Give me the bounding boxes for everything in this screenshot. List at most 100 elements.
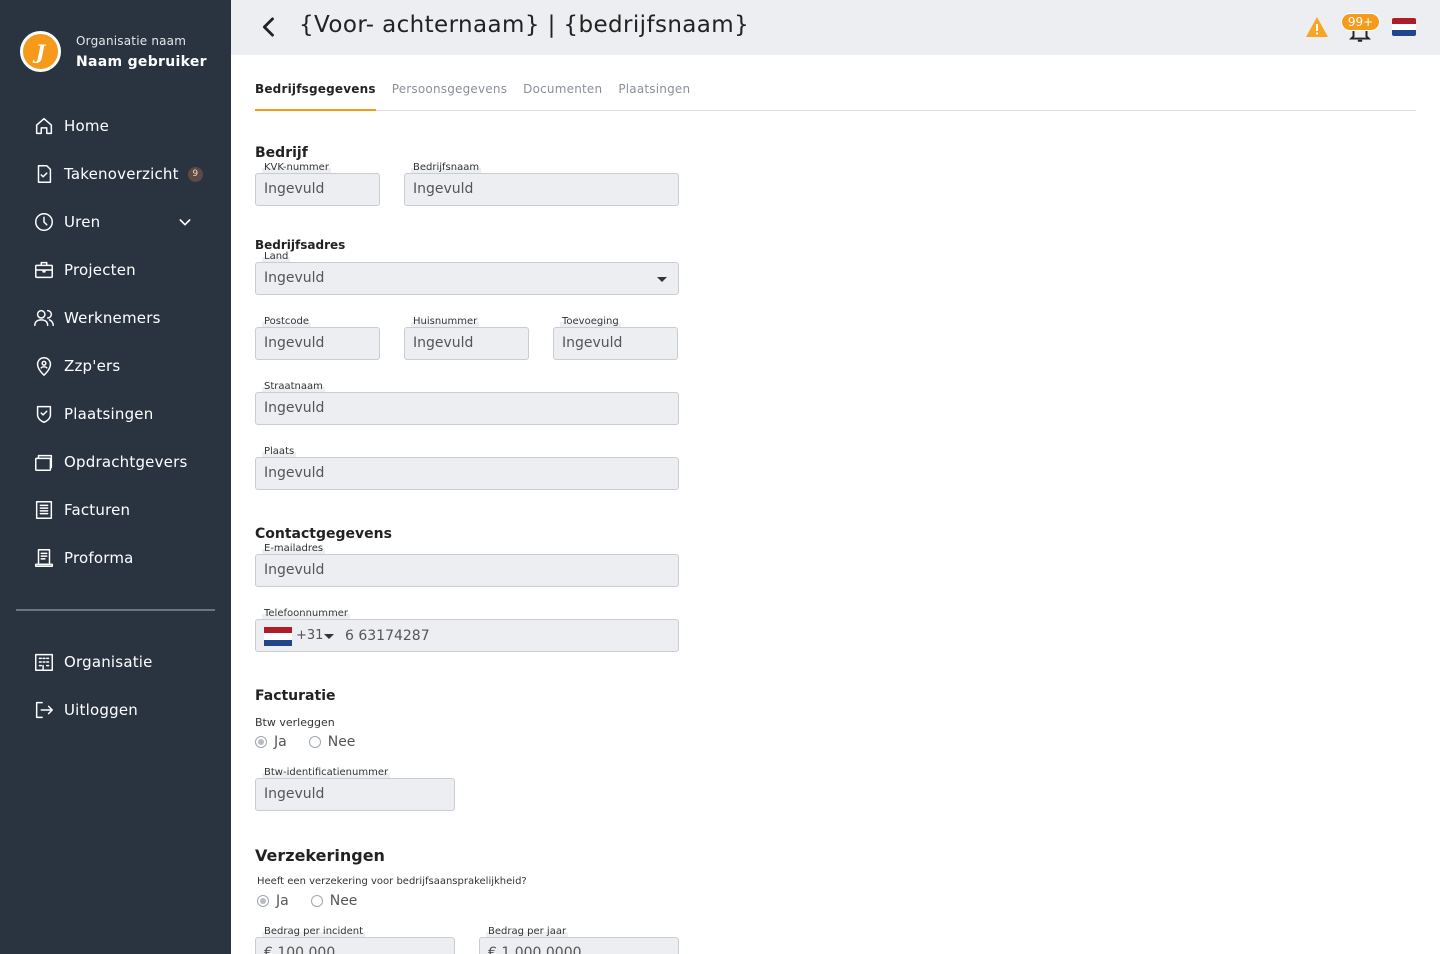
sidebar-item-uren[interactable]: Uren	[0, 198, 231, 246]
logout-icon	[35, 701, 53, 719]
field-label: Huisnummer	[411, 316, 480, 327]
back-button[interactable]	[255, 13, 283, 41]
sidebar-item-label: Projecten	[64, 261, 136, 279]
bottom-nav: Organisatie Uitloggen	[0, 638, 231, 734]
top-bar: {Voor- achternaam} | {bedrijfsnaam} 99+	[231, 0, 1440, 55]
verzekering-radio-group: Ja Nee	[257, 893, 379, 909]
radio-label: Ja	[276, 893, 289, 909]
task-icon	[37, 165, 52, 183]
field-label: Straatnaam	[262, 381, 325, 392]
verzekering-question: Heeft een verzekering voor bedrijfsaansp…	[257, 876, 527, 887]
field-label: Bedrag per jaar	[486, 926, 569, 937]
sidebar-item-label: Organisatie	[64, 653, 153, 671]
clock-icon	[35, 213, 53, 231]
radio-ja[interactable]	[257, 895, 269, 907]
radio-nee[interactable]	[310, 895, 323, 907]
postcode-field[interactable]: Postcode Ingevuld	[255, 316, 380, 360]
field-label: Land	[262, 251, 291, 262]
sidebar-item-label: Zzp'ers	[64, 357, 121, 375]
btw-id-field[interactable]: Btw-identificatienummer Ingevuld	[255, 767, 455, 811]
radio-nee[interactable]	[308, 736, 321, 748]
huisnummer-field[interactable]: Huisnummer Ingevuld	[404, 316, 529, 360]
main-nav: Home Takenoverzicht 9 Uren Projecten Wer…	[0, 102, 231, 582]
field-label: KVK-nummer	[262, 162, 331, 173]
btw-verleggen-radio-group: Ja Nee	[255, 734, 377, 750]
field-value: Ingevuld	[264, 181, 325, 197]
field-value: Ingevuld	[264, 400, 325, 416]
sidebar-item-projecten[interactable]: Projecten	[0, 246, 231, 294]
section-verzekeringen: Verzekeringen	[255, 846, 385, 865]
tab-bedrijfsgegevens[interactable]: Bedrijfsgegevens	[255, 78, 376, 111]
building-icon	[35, 653, 53, 671]
field-value: Ingevuld	[264, 335, 325, 351]
sidebar-item-plaatsingen[interactable]: Plaatsingen	[0, 390, 231, 438]
sidebar-item-takenoverzicht[interactable]: Takenoverzicht 9	[0, 150, 231, 198]
toevoeging-field[interactable]: Toevoeging Ingevuld	[553, 316, 678, 360]
sidebar-item-label: Werknemers	[64, 309, 161, 327]
language-flag-nl[interactable]	[1392, 18, 1416, 36]
sidebar-item-zzpers[interactable]: Zzp'ers	[0, 342, 231, 390]
task-count-badge: 9	[187, 166, 203, 182]
sidebar-divider	[16, 609, 215, 611]
section-facturatie: Facturatie	[255, 688, 336, 704]
field-value: Ingevuld	[264, 562, 325, 578]
sidebar-item-label: Plaatsingen	[64, 405, 154, 423]
chevron-left-icon	[262, 17, 274, 37]
section-bedrijfsadres: Bedrijfsadres	[255, 238, 346, 252]
field-label: Bedrag per incident	[262, 926, 366, 937]
field-value: Ingevuld	[562, 335, 623, 351]
sidebar: J Organisatie naam Naam gebruiker Home T…	[0, 0, 231, 954]
tab-documenten[interactable]: Documenten	[523, 78, 602, 111]
warning-icon[interactable]	[1305, 16, 1329, 38]
proforma-icon	[35, 549, 53, 567]
bedrijfsnaam-field[interactable]: Bedrijfsnaam Ingevuld	[404, 162, 679, 206]
field-value: Ingevuld	[264, 465, 325, 481]
radio-label: Nee	[329, 893, 358, 909]
sidebar-item-label: Opdrachtgevers	[64, 453, 188, 471]
field-value: Ingevuld	[413, 335, 474, 351]
phone-field[interactable]: Telefoonnummer +31 6 63174287	[255, 608, 679, 652]
btw-verleggen-label: Btw verleggen	[255, 716, 335, 729]
sidebar-item-label: Uitloggen	[64, 701, 138, 719]
tab-persoonsgegevens[interactable]: Persoonsgegevens	[392, 78, 507, 111]
field-label: Btw-identificatienummer	[262, 767, 391, 778]
kvk-field[interactable]: KVK-nummer Ingevuld	[255, 162, 380, 206]
bedrag-jaar-field[interactable]: Bedrag per jaar € 1.000.0000	[479, 926, 679, 954]
sidebar-item-home[interactable]: Home	[0, 102, 231, 150]
dropdown-arrow-icon[interactable]	[324, 634, 334, 639]
sidebar-item-proforma[interactable]: Proforma	[0, 534, 231, 582]
radio-ja[interactable]	[255, 736, 267, 748]
shield-check-icon	[36, 405, 52, 423]
sidebar-item-facturen[interactable]: Facturen	[0, 486, 231, 534]
field-label: E-mailadres	[262, 543, 326, 554]
section-bedrijf: Bedrijf	[255, 145, 308, 161]
chevron-down-icon[interactable]	[177, 214, 193, 234]
land-select[interactable]: Land Ingevuld	[255, 251, 679, 295]
sidebar-item-uitloggen[interactable]: Uitloggen	[0, 686, 231, 734]
field-value: € 100.000	[264, 945, 336, 954]
dropdown-arrow-icon	[657, 277, 667, 282]
radio-label: Nee	[327, 734, 356, 750]
tab-plaatsingen[interactable]: Plaatsingen	[618, 78, 690, 111]
country-flag-nl[interactable]	[264, 627, 292, 646]
sidebar-item-opdrachtgevers[interactable]: Opdrachtgevers	[0, 438, 231, 486]
sidebar-item-label: Uren	[64, 213, 101, 231]
org-header[interactable]: J Organisatie naam Naam gebruiker	[20, 31, 207, 72]
email-field[interactable]: E-mailadres Ingevuld	[255, 543, 679, 587]
field-value: € 1.000.0000	[488, 945, 582, 954]
phone-value: 6 63174287	[345, 628, 430, 644]
page-title: {Voor- achternaam} | {bedrijfsnaam}	[299, 12, 750, 38]
sidebar-item-werknemers[interactable]: Werknemers	[0, 294, 231, 342]
invoice-icon	[35, 501, 53, 519]
field-label: Telefoonnummer	[262, 608, 351, 619]
section-contactgegevens: Contactgegevens	[255, 526, 392, 542]
plaats-field[interactable]: Plaats Ingevuld	[255, 446, 679, 490]
sidebar-item-label: Proforma	[64, 549, 134, 567]
sidebar-item-organisatie[interactable]: Organisatie	[0, 638, 231, 686]
bedrag-incident-field[interactable]: Bedrag per incident € 100.000	[255, 926, 455, 954]
sidebar-item-label: Takenoverzicht	[64, 165, 179, 183]
org-logo: J	[20, 31, 61, 72]
straatnaam-field[interactable]: Straatnaam Ingevuld	[255, 381, 679, 425]
field-label: Postcode	[262, 316, 312, 327]
stack-icon	[35, 454, 53, 471]
